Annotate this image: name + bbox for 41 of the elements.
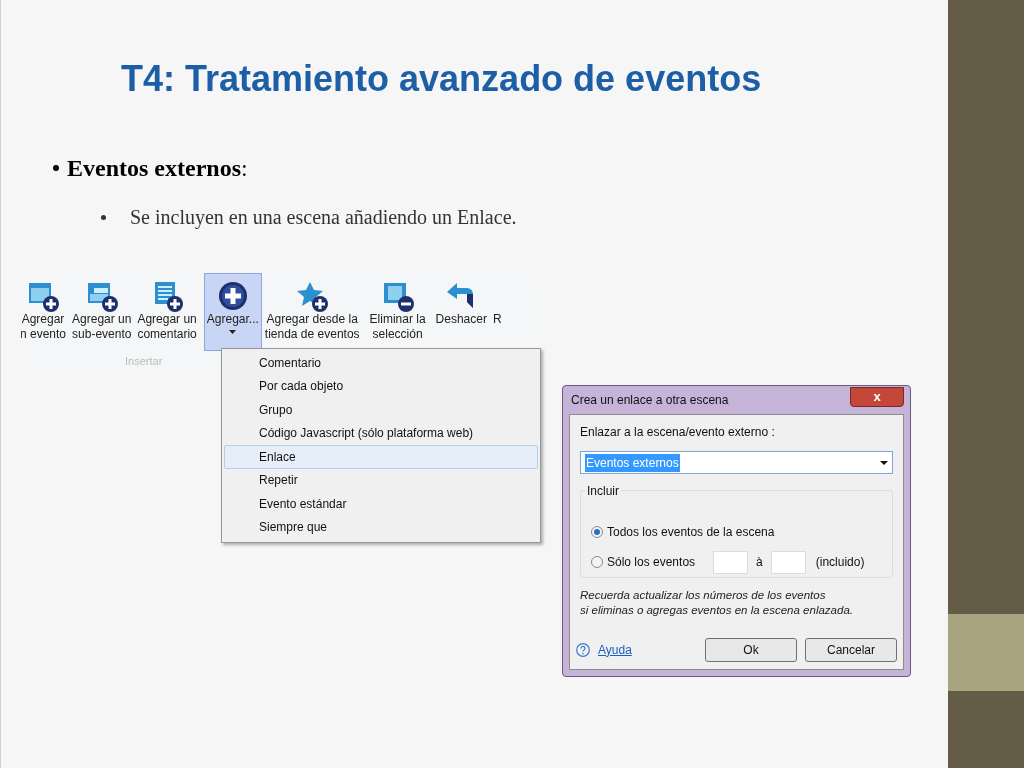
ribbon-button[interactable]: Agregar n evento xyxy=(21,273,70,351)
dialog-button[interactable]: Ok xyxy=(705,637,797,662)
star-plus-icon xyxy=(296,280,329,312)
menu-item[interactable]: Enlace xyxy=(224,445,538,469)
menu-item[interactable]: Comentario xyxy=(224,351,538,375)
help-icon xyxy=(576,642,590,657)
radio-label: Sólo los eventos xyxy=(607,554,696,571)
menu-item[interactable]: Evento estándar xyxy=(224,492,538,516)
input-field[interactable] xyxy=(770,550,806,574)
menu-item[interactable]: Por cada objeto xyxy=(224,374,538,398)
group-label: Insertar xyxy=(125,354,163,369)
ribbon-button[interactable]: Agregar un comentario xyxy=(134,273,200,351)
input-field[interactable] xyxy=(713,550,749,574)
window-plus-icon xyxy=(85,280,118,312)
slide-title: T4: Tratamiento avanzado de eventos xyxy=(121,57,762,101)
dialog-button[interactable]: Cancelar xyxy=(805,637,897,662)
bullet-text: Se incluyen en una escena añadiendo un Enlace. xyxy=(130,205,517,231)
bullet-text: Eventos externos: xyxy=(67,154,248,183)
suffix-text: (incluido) xyxy=(815,554,865,571)
help-link[interactable]: Ayuda xyxy=(598,640,632,659)
bullet-icon xyxy=(101,214,106,220)
dialog-title: Crea un enlace a otra escena xyxy=(570,392,729,409)
close-button[interactable]: x xyxy=(850,387,904,407)
caret-icon xyxy=(880,460,888,465)
ribbon-button[interactable]: Agregar un sub-evento xyxy=(69,273,135,351)
radio-label: Todos los eventos de la escena xyxy=(607,524,775,541)
menu-item[interactable]: Repetir xyxy=(224,468,538,492)
ribbon-button[interactable]: Agregar... xyxy=(203,273,262,351)
field-label: Enlazar a la escena/evento externo : xyxy=(580,424,776,441)
caret-icon xyxy=(229,330,237,334)
radio-button[interactable] xyxy=(591,526,603,538)
menu-item[interactable]: Grupo xyxy=(224,398,538,422)
menu-item[interactable]: Código Javascript (sólo plataforma web) xyxy=(224,421,538,445)
bullet-icon xyxy=(53,165,59,171)
range-separator: à xyxy=(756,554,763,571)
radio-button[interactable] xyxy=(591,556,603,568)
plus-icon xyxy=(216,280,249,312)
window-plus-icon xyxy=(27,280,59,312)
menu-item[interactable]: Siempre que xyxy=(224,515,538,539)
ribbon-button[interactable]: R xyxy=(489,273,505,351)
reminder-note: Recuerda actualizar los números de los eventos si eliminas o agregas eventos en la escena enlazada. xyxy=(580,588,854,618)
